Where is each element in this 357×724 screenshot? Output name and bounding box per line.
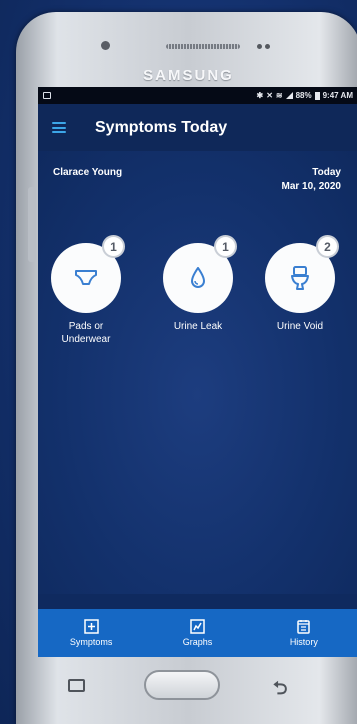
bottom-bezel: ⮌ [0, 658, 357, 712]
back-icon[interactable]: ⮌ [273, 676, 287, 706]
bluetooth-icon: ✱ [256, 91, 264, 100]
status-right: ✱ ✕ ≋ 88% 9:47 AM [256, 91, 353, 100]
nav-label: History [289, 637, 318, 647]
user-name: Clarace Young [53, 167, 123, 178]
plus-square-icon [83, 619, 99, 634]
wifi-icon: ≋ [275, 91, 283, 100]
recent-apps-icon[interactable] [68, 679, 85, 692]
clock: 9:47 AM [322, 91, 353, 100]
volume-button[interactable] [28, 187, 36, 262]
home-button[interactable] [144, 670, 220, 700]
nav-item-graphs[interactable]: Graphs [144, 609, 250, 657]
count-badge: 2 [316, 235, 339, 258]
notification-icon [43, 92, 51, 99]
symptom-label: Urine Void [276, 321, 324, 332]
nav-item-history[interactable]: History [251, 609, 357, 657]
symptom-pads-underwear[interactable]: 1 Pads or Underwear [46, 235, 126, 346]
symptom-label: Urine Leak [173, 321, 223, 332]
droplet-icon [190, 267, 206, 288]
sensor-dot [265, 44, 270, 49]
symptom-button[interactable]: 2 [265, 235, 339, 313]
nav-label: Symptoms [69, 637, 113, 647]
top-bezel: SAMSUNG [16, 12, 357, 92]
toilet-icon [291, 266, 309, 290]
hamburger-menu-icon[interactable] [52, 122, 66, 133]
battery-percent: 88% [295, 91, 312, 100]
count-badge: 1 [102, 235, 125, 258]
symptom-button[interactable]: 1 [163, 235, 237, 313]
nav-item-symptoms[interactable]: Symptoms [38, 609, 144, 657]
symptom-button[interactable]: 1 [51, 235, 125, 313]
screen: ✱ ✕ ≋ 88% 9:47 AM Symptoms Today Clarace… [38, 87, 357, 657]
calendar-list-icon [297, 620, 311, 634]
battery-icon [314, 91, 320, 100]
app-bar: Symptoms Today [38, 104, 357, 151]
sensor-dot [257, 44, 262, 49]
mute-icon: ✕ [266, 91, 273, 100]
main-content: Clarace Young Today Mar 10, 2020 1 Pads … [38, 151, 357, 594]
symptom-urine-void[interactable]: 2 Urine Void [260, 235, 340, 333]
date-label: Today [312, 167, 341, 178]
earpiece-speaker [166, 44, 240, 49]
bottom-navigation: Symptoms Graphs History [38, 609, 357, 657]
status-bar: ✱ ✕ ≋ 88% 9:47 AM [38, 87, 357, 104]
count-badge: 1 [214, 235, 237, 258]
page-title: Symptoms Today [95, 118, 228, 136]
date-display: Today Mar 10, 2020 [282, 166, 342, 194]
graph-icon [190, 619, 205, 634]
nav-label: Graphs [182, 637, 213, 647]
front-camera [101, 41, 110, 50]
brand-logo: SAMSUNG [143, 67, 234, 84]
date-value: Mar 10, 2020 [281, 181, 342, 192]
pad-underwear-icon [75, 270, 97, 285]
signal-icon [285, 92, 293, 99]
symptom-label: Pads or Underwear [61, 321, 111, 345]
symptom-urine-leak[interactable]: 1 Urine Leak [158, 235, 238, 333]
